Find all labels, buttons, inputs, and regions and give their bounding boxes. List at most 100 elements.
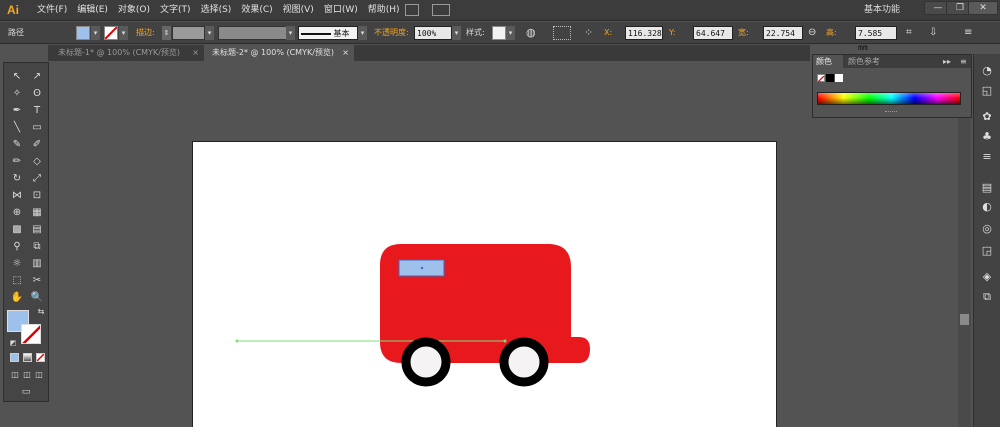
- scrollbar-thumb[interactable]: [960, 314, 969, 325]
- artboard[interactable]: [192, 141, 777, 427]
- isolate-icon[interactable]: ⌗: [906, 26, 912, 40]
- line-tool[interactable]: ╲: [8, 120, 26, 136]
- stroke-icon[interactable]: ≡: [980, 150, 994, 164]
- default-colors-icon[interactable]: ◩: [4, 335, 22, 351]
- bus-wheel-right[interactable]: [499, 337, 549, 387]
- bridge-icon[interactable]: [405, 4, 419, 16]
- fill-dropdown[interactable]: ▾: [91, 26, 100, 40]
- panel-options-icon[interactable]: ≡: [960, 55, 967, 68]
- opacity-input[interactable]: 100%: [414, 26, 452, 40]
- panel-resize-grip[interactable]: [885, 111, 897, 113]
- menu-help[interactable]: 帮助(H): [363, 0, 405, 21]
- gradient-icon[interactable]: ▤: [980, 181, 994, 195]
- menu-edit[interactable]: 编辑(E): [72, 0, 113, 21]
- graphic-style-dropdown[interactable]: ▾: [506, 26, 515, 40]
- lasso-tool[interactable]: ʘ: [28, 86, 46, 102]
- tab-document-1[interactable]: 未标题-1* @ 100% (CMYK/预览) ×: [50, 45, 204, 61]
- color-guide-icon[interactable]: ◔: [980, 64, 994, 78]
- rectangle-tool[interactable]: ▭: [28, 120, 46, 136]
- pen-tool[interactable]: ✒: [8, 103, 26, 119]
- stroke-label[interactable]: 描边:: [136, 26, 155, 40]
- menu-select[interactable]: 选择(S): [196, 0, 237, 21]
- swap-fill-stroke-icon[interactable]: ⇆: [32, 304, 50, 320]
- brush-definition[interactable]: 基本: [298, 26, 358, 40]
- color-mode-icon[interactable]: [10, 353, 19, 362]
- gradient-mode-icon[interactable]: [23, 353, 32, 362]
- gradient-tool[interactable]: ▤: [28, 222, 46, 238]
- menu-file[interactable]: 文件(F): [32, 0, 72, 21]
- hand-tool[interactable]: ✋: [8, 290, 26, 306]
- stroke-weight-dropdown[interactable]: ▾: [205, 26, 214, 40]
- graphic-style-swatch[interactable]: [492, 26, 506, 40]
- y-input[interactable]: 64.647 m: [693, 26, 733, 52]
- black-color-chip[interactable]: [826, 74, 834, 82]
- collapse-panel-icon[interactable]: ▸▸: [943, 55, 951, 68]
- appearance-icon[interactable]: ◎: [980, 222, 994, 236]
- close-tab-icon[interactable]: ×: [192, 45, 199, 61]
- opacity-dropdown[interactable]: ▾: [452, 26, 461, 40]
- opacity-label[interactable]: 不透明度:: [374, 26, 409, 40]
- tab-color[interactable]: 颜色: [813, 55, 843, 68]
- tab-color-guide[interactable]: 颜色参考: [848, 55, 880, 68]
- draw-inside-icon[interactable]: ◫: [30, 367, 48, 383]
- eraser-tool[interactable]: ◇: [28, 154, 46, 170]
- close-tab-icon[interactable]: ×: [342, 45, 349, 61]
- slice-tool[interactable]: ✂: [28, 273, 46, 289]
- artboard-tool[interactable]: ⬚: [8, 273, 26, 289]
- color-spectrum-bar[interactable]: [817, 92, 961, 105]
- transform-reference-icon[interactable]: ⁘: [584, 26, 593, 40]
- none-mode-icon[interactable]: [36, 353, 45, 362]
- tab-document-2[interactable]: 未标题-2* @ 100% (CMYK/预览) ×: [204, 45, 354, 61]
- height-label[interactable]: 高:: [826, 26, 837, 40]
- selection-tool[interactable]: ↖: [8, 69, 26, 85]
- swatches-icon[interactable]: ◱: [980, 84, 994, 98]
- direct-selection-tool[interactable]: ↗: [28, 69, 46, 85]
- blend-tool[interactable]: ⧉: [28, 239, 46, 255]
- rotate-tool[interactable]: ↻: [8, 171, 26, 187]
- pencil-tool[interactable]: ✐: [28, 137, 46, 153]
- align-to-icon[interactable]: [553, 26, 571, 40]
- menu-object[interactable]: 对象(O): [113, 0, 155, 21]
- profile-dropdown[interactable]: ▾: [286, 26, 295, 40]
- white-color-chip[interactable]: [835, 74, 843, 82]
- type-tool[interactable]: T: [28, 103, 46, 119]
- free-transform-tool[interactable]: ⊡: [28, 188, 46, 204]
- perspective-grid-tool[interactable]: ▦: [28, 205, 46, 221]
- column-graph-tool[interactable]: ▥: [28, 256, 46, 272]
- transparency-icon[interactable]: ◐: [980, 200, 994, 214]
- screen-mode-icon[interactable]: ▭: [17, 384, 35, 400]
- menu-window[interactable]: 窗口(W): [319, 0, 363, 21]
- bus-wheel-left[interactable]: [401, 337, 451, 387]
- artboards-icon[interactable]: ⧉: [980, 290, 994, 304]
- brush-dropdown[interactable]: ▾: [358, 26, 367, 40]
- artwork-canvas[interactable]: [193, 142, 778, 427]
- fill-swatch[interactable]: [76, 26, 90, 40]
- constrain-proportions-icon[interactable]: ⊖: [808, 26, 816, 40]
- arrange-icon[interactable]: ⇩: [929, 26, 937, 40]
- brushes-icon[interactable]: ✿: [980, 110, 994, 124]
- stroke-swatch[interactable]: [104, 26, 118, 40]
- menu-view[interactable]: 视图(V): [278, 0, 319, 21]
- close-button[interactable]: ✕: [968, 1, 998, 15]
- menu-type[interactable]: 文字(T): [155, 0, 196, 21]
- graphic-styles-icon[interactable]: ◲: [980, 244, 994, 258]
- paintbrush-tool[interactable]: ✎: [8, 137, 26, 153]
- stroke-weight-stepper[interactable]: ⇕: [162, 26, 171, 40]
- none-color-chip[interactable]: [817, 74, 825, 83]
- width-label[interactable]: 宽:: [738, 26, 749, 40]
- width-tool[interactable]: ⋈: [8, 188, 26, 204]
- symbol-sprayer-tool[interactable]: ☼: [8, 256, 26, 272]
- stroke-weight-field[interactable]: [172, 26, 205, 40]
- blob-brush-tool[interactable]: ✏: [8, 154, 26, 170]
- scale-tool[interactable]: ⤢: [28, 171, 46, 187]
- layers-icon[interactable]: ◈: [980, 270, 994, 284]
- magic-wand-tool[interactable]: ✧: [8, 86, 26, 102]
- mesh-tool[interactable]: ▩: [8, 222, 26, 238]
- panel-menu-icon[interactable]: ≡: [964, 26, 972, 40]
- shape-builder-tool[interactable]: ⊕: [8, 205, 26, 221]
- x-input[interactable]: 116.328: [625, 26, 663, 40]
- variable-width-profile[interactable]: [218, 26, 290, 40]
- recolor-artwork-icon[interactable]: ◍: [526, 26, 536, 40]
- x-label[interactable]: X:: [604, 26, 612, 40]
- arrange-documents-icon[interactable]: [432, 4, 450, 16]
